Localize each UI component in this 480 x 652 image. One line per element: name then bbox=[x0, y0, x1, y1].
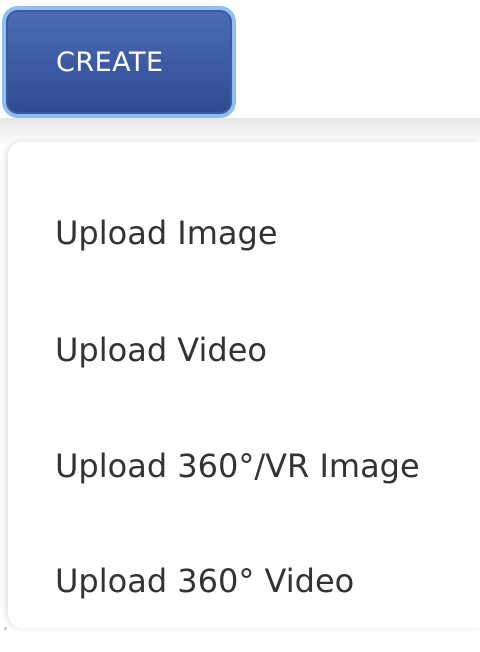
menu-item-upload-video[interactable]: Upload Video bbox=[55, 320, 267, 380]
menu-item-label: Upload 360° Video bbox=[55, 562, 355, 600]
create-dropdown-screen: CREATE Upload Image Upload Video Upload … bbox=[0, 0, 480, 652]
create-button[interactable]: CREATE bbox=[2, 6, 236, 118]
menu-item-upload-360-video[interactable]: Upload 360° Video bbox=[55, 551, 354, 611]
menu-item-label: Upload Image bbox=[55, 214, 278, 252]
create-button-label: CREATE bbox=[56, 46, 164, 78]
menu-corner-mark bbox=[4, 627, 7, 630]
menu-item-label: Upload Video bbox=[55, 331, 267, 369]
menu-item-label: Upload 360°/VR Image bbox=[55, 447, 420, 485]
menu-item-upload-image[interactable]: Upload Image bbox=[55, 203, 278, 263]
menu-item-upload-360-vr-image[interactable]: Upload 360°/VR Image bbox=[55, 436, 420, 496]
